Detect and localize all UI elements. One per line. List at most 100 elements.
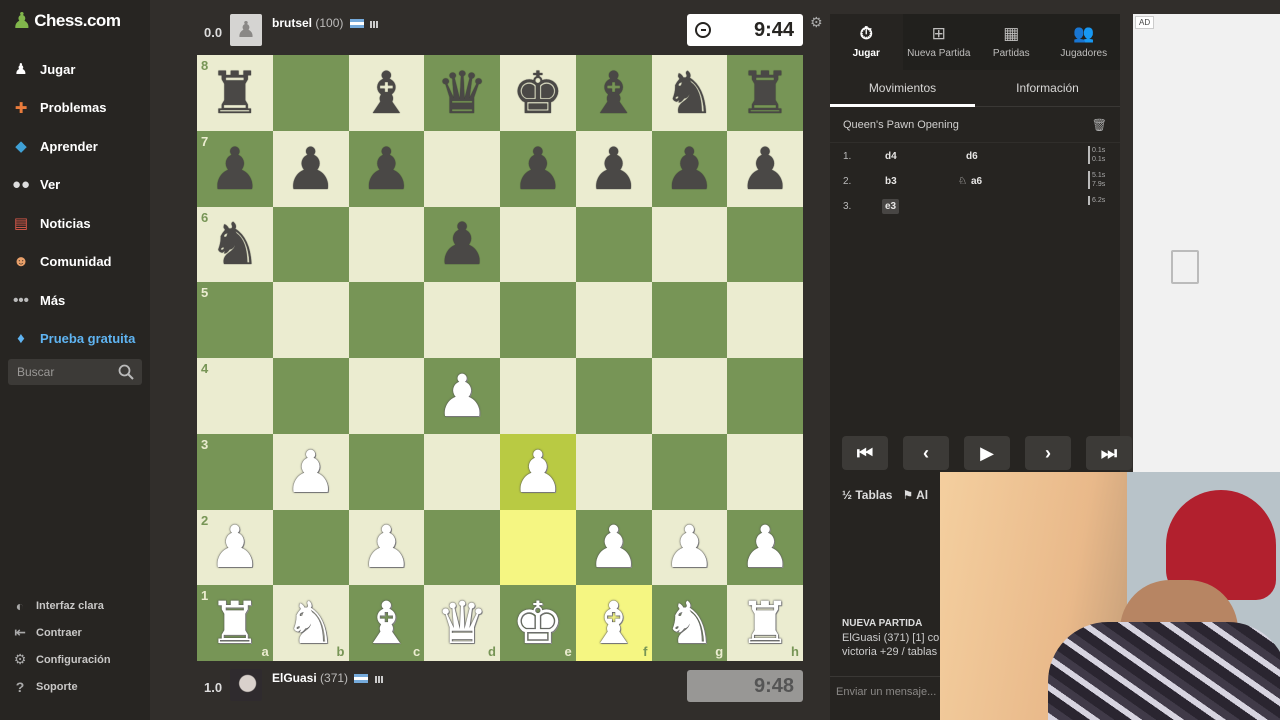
black-pawn-icon[interactable]: ♟ bbox=[436, 215, 488, 273]
square-c5[interactable] bbox=[348, 282, 425, 358]
square-e5[interactable] bbox=[500, 282, 576, 358]
play-button[interactable]: ▶ bbox=[964, 436, 1010, 470]
square-h5[interactable] bbox=[727, 282, 803, 358]
previous-move-button[interactable]: ‹ bbox=[903, 436, 949, 470]
square-a1[interactable]: 1 a ♜ bbox=[197, 585, 273, 661]
square-f6[interactable] bbox=[575, 206, 652, 283]
white-pawn-icon[interactable]: ♟ bbox=[663, 518, 715, 576]
square-h1[interactable]: h ♜ bbox=[727, 585, 803, 661]
white-pawn-icon[interactable]: ♟ bbox=[285, 443, 337, 501]
chess-logo[interactable]: ♟ Chess.com bbox=[12, 10, 121, 32]
square-a2[interactable]: 2 ♟ bbox=[197, 509, 273, 586]
white-knight-icon[interactable]: ♞ bbox=[285, 594, 337, 652]
white-move-current[interactable]: e3 bbox=[882, 199, 900, 214]
collapse-button[interactable]: ⇤ Contraer bbox=[0, 619, 150, 646]
square-a8[interactable]: 8 ♜ bbox=[197, 55, 273, 131]
square-f7[interactable]: ♟ bbox=[575, 130, 652, 207]
top-player-avatar[interactable]: ♟ bbox=[230, 14, 262, 46]
tab-jugadores[interactable]: 👥 Jugadores bbox=[1048, 14, 1121, 70]
square-d6[interactable]: ♟ bbox=[424, 206, 500, 283]
board-settings-gear-icon[interactable]: ⚙ bbox=[810, 14, 823, 31]
tab-nueva-partida[interactable]: ⊞ Nueva Partida bbox=[903, 14, 976, 70]
bottom-player-name-block[interactable]: ElGuasi (371) bbox=[272, 671, 384, 686]
square-b2[interactable] bbox=[272, 509, 349, 586]
square-e8[interactable]: ♚ bbox=[500, 55, 576, 131]
next-move-button[interactable]: › bbox=[1025, 436, 1071, 470]
square-h4[interactable] bbox=[727, 358, 803, 434]
square-b5[interactable] bbox=[272, 282, 349, 358]
sidebar-item-ver[interactable]: ●● Ver bbox=[0, 166, 150, 205]
square-b6[interactable] bbox=[272, 206, 349, 283]
square-e3[interactable]: ♟ bbox=[500, 433, 576, 510]
black-bishop-icon[interactable]: ♝ bbox=[360, 64, 412, 122]
tab-partidas[interactable]: ▦ Partidas bbox=[975, 14, 1048, 70]
black-pawn-icon[interactable]: ♟ bbox=[588, 140, 640, 198]
square-d7[interactable] bbox=[424, 130, 500, 207]
black-queen-icon[interactable]: ♛ bbox=[436, 64, 488, 122]
square-f3[interactable] bbox=[575, 433, 652, 510]
square-d8[interactable]: ♛ bbox=[424, 55, 500, 131]
tab-jugar[interactable]: ⏱ Jugar bbox=[830, 14, 903, 70]
square-c3[interactable] bbox=[348, 433, 425, 510]
square-a3[interactable]: 3 bbox=[197, 433, 273, 510]
black-rook-icon[interactable]: ♜ bbox=[739, 64, 791, 122]
sidebar-item-comunidad[interactable]: ☻ Comunidad bbox=[0, 243, 150, 282]
tab-informacion[interactable]: Información bbox=[975, 70, 1120, 106]
square-c7[interactable]: ♟ bbox=[348, 130, 425, 207]
chess-board[interactable]: 8 ♜ ♝ ♛ ♚ ♝ ♞ ♜ 7 ♟ ♟ ♟ ♟ ♟ ♟ ♟ 6 ♞ ♟ 5 4 ♟ 3 ♟ ♟ 2 ♟ ♟ ♟ ♟ ♟ 1 a ♜ b ♞ c ♝ d ♛… bbox=[197, 55, 803, 661]
black-bishop-icon[interactable]: ♝ bbox=[588, 64, 640, 122]
sidebar-item-noticias[interactable]: ▤ Noticias bbox=[0, 204, 150, 243]
white-pawn-icon[interactable]: ♟ bbox=[436, 367, 488, 425]
black-pawn-icon[interactable]: ♟ bbox=[663, 140, 715, 198]
white-pawn-icon[interactable]: ♟ bbox=[209, 518, 261, 576]
sidebar-item-mas[interactable]: ••• Más bbox=[0, 281, 150, 320]
square-b1[interactable]: b ♞ bbox=[272, 585, 349, 661]
square-c6[interactable] bbox=[348, 206, 425, 283]
first-move-button[interactable]: ⏮ bbox=[842, 436, 888, 470]
white-move[interactable]: b3 bbox=[882, 174, 900, 189]
white-pawn-icon[interactable]: ♟ bbox=[512, 443, 564, 501]
white-rook-icon[interactable]: ♜ bbox=[739, 594, 791, 652]
square-a7[interactable]: 7 ♟ bbox=[197, 130, 273, 207]
black-move[interactable]: ♘ a6 bbox=[958, 176, 982, 187]
draw-button[interactable]: ½ Tablas bbox=[842, 488, 892, 502]
search-icon[interactable] bbox=[116, 362, 136, 382]
sidebar-item-aprender[interactable]: ◆ Aprender bbox=[0, 127, 150, 166]
black-pawn-icon[interactable]: ♟ bbox=[739, 140, 791, 198]
settings-link[interactable]: ⚙ Configuración bbox=[0, 646, 150, 673]
last-move-button[interactable]: ⏭ bbox=[1086, 436, 1132, 470]
white-king-icon[interactable]: ♚ bbox=[512, 594, 564, 652]
white-pawn-icon[interactable]: ♟ bbox=[739, 518, 791, 576]
white-queen-icon[interactable]: ♛ bbox=[436, 594, 488, 652]
chat-input[interactable] bbox=[830, 677, 940, 706]
square-c1[interactable]: c ♝ bbox=[348, 585, 425, 661]
square-f2[interactable]: ♟ bbox=[575, 509, 652, 586]
white-move[interactable]: d4 bbox=[882, 149, 900, 164]
sidebar-item-jugar[interactable]: ♟ Jugar bbox=[0, 50, 150, 89]
black-pawn-icon[interactable]: ♟ bbox=[512, 140, 564, 198]
square-g8[interactable]: ♞ bbox=[651, 55, 728, 131]
square-e1[interactable]: e ♚ bbox=[500, 585, 576, 661]
square-d3[interactable] bbox=[424, 433, 500, 510]
square-e4[interactable] bbox=[500, 358, 576, 434]
square-h3[interactable] bbox=[727, 433, 803, 510]
square-b8[interactable] bbox=[272, 55, 349, 131]
white-bishop-icon[interactable]: ♝ bbox=[360, 594, 412, 652]
square-h7[interactable]: ♟ bbox=[727, 130, 803, 207]
ad-banner[interactable]: AD bbox=[1133, 14, 1280, 474]
black-knight-icon[interactable]: ♞ bbox=[663, 64, 715, 122]
white-bishop-icon[interactable]: ♝ bbox=[588, 594, 640, 652]
black-move[interactable]: d6 bbox=[966, 151, 978, 162]
square-e7[interactable]: ♟ bbox=[500, 130, 576, 207]
square-h2[interactable]: ♟ bbox=[727, 509, 803, 586]
square-a4[interactable]: 4 bbox=[197, 358, 273, 434]
square-b3[interactable]: ♟ bbox=[272, 433, 349, 510]
square-c2[interactable]: ♟ bbox=[348, 509, 425, 586]
white-knight-icon[interactable]: ♞ bbox=[663, 594, 715, 652]
square-a6[interactable]: 6 ♞ bbox=[197, 206, 273, 283]
square-a5[interactable]: 5 bbox=[197, 282, 273, 358]
square-d4[interactable]: ♟ bbox=[424, 358, 500, 434]
bottom-player-avatar[interactable] bbox=[230, 669, 262, 701]
black-rook-icon[interactable]: ♜ bbox=[209, 64, 261, 122]
square-d5[interactable] bbox=[424, 282, 500, 358]
